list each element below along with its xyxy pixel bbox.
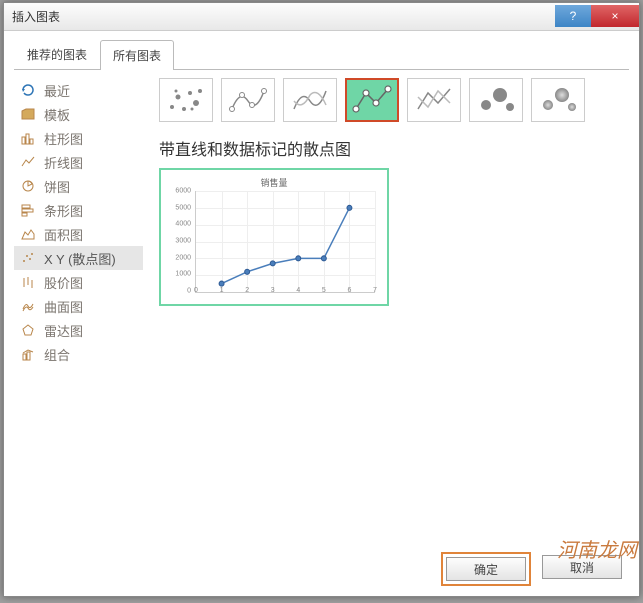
- subtype-title: 带直线和数据标记的散点图: [159, 136, 629, 160]
- sidebar-item-label: 柱形图: [44, 129, 83, 148]
- sidebar-item-label: 模板: [44, 105, 70, 124]
- sidebar-item-column[interactable]: 柱形图: [14, 126, 143, 150]
- sidebar-item-scatter[interactable]: X Y (散点图): [14, 246, 143, 270]
- ok-button[interactable]: 确定: [446, 557, 526, 581]
- subtype-smooth[interactable]: [283, 78, 337, 122]
- combo-icon: [20, 347, 36, 361]
- sidebar-item-label: 面积图: [44, 225, 83, 244]
- y-tick: 2000: [175, 254, 191, 261]
- bar-icon: [20, 203, 36, 217]
- subtype-row: [159, 78, 629, 122]
- x-tick: 6: [347, 287, 351, 294]
- sidebar-item-template[interactable]: 模板: [14, 102, 143, 126]
- subtype-scatter[interactable]: [159, 78, 213, 122]
- subtype-bubble[interactable]: [469, 78, 523, 122]
- ok-highlight: 确定: [441, 552, 531, 586]
- y-axis: 0 1000 2000 3000 4000 5000 6000: [171, 191, 193, 293]
- chart-type-sidebar: 最近 模板 柱形图 折线图 饼图: [14, 78, 149, 551]
- y-tick: 6000: [175, 188, 191, 195]
- sidebar-item-label: 最近: [44, 81, 70, 100]
- sidebar-item-label: 折线图: [44, 153, 83, 172]
- tab-all-charts[interactable]: 所有图表: [100, 40, 174, 70]
- tab-recommended[interactable]: 推荐的图表: [14, 39, 100, 69]
- cancel-wrap: 取消: [539, 552, 625, 586]
- y-tick: 1000: [175, 271, 191, 278]
- sidebar-item-label: 雷达图: [44, 321, 83, 340]
- y-tick: 3000: [175, 238, 191, 245]
- sidebar-item-combo[interactable]: 组合: [14, 342, 143, 366]
- pie-icon: [20, 179, 36, 193]
- line-icon: [20, 155, 36, 169]
- sidebar-item-pie[interactable]: 饼图: [14, 174, 143, 198]
- subtype-straight-markers[interactable]: [345, 78, 399, 122]
- sidebar-item-recent[interactable]: 最近: [14, 78, 143, 102]
- subtype-bubble-3d[interactable]: [531, 78, 585, 122]
- y-tick: 5000: [175, 204, 191, 211]
- sidebar-item-area[interactable]: 面积图: [14, 222, 143, 246]
- area-icon: [20, 227, 36, 241]
- titlebar: 插入图表 ? ×: [4, 3, 639, 31]
- sidebar-item-label: 曲面图: [44, 297, 83, 316]
- content-pane: 带直线和数据标记的散点图 销售量 01000200030004000500060…: [149, 78, 629, 551]
- x-tick: 3: [271, 287, 275, 294]
- dialog-footer: 确定 取消: [441, 552, 625, 586]
- x-tick: 0: [194, 287, 198, 294]
- close-button[interactable]: ×: [591, 5, 639, 27]
- y-tick: 4000: [175, 221, 191, 228]
- chart-line: [196, 191, 375, 292]
- dialog-body: 推荐的图表 所有图表 最近 模板 柱形图 折线图: [4, 31, 639, 596]
- column-icon: [20, 131, 36, 145]
- x-tick: 5: [322, 287, 326, 294]
- tab-strip: 推荐的图表 所有图表: [14, 39, 629, 70]
- chart-preview[interactable]: 销售量 0 1000 2000 3000 4000 5000 6000 0 1 2 3 4 5 6 7: [159, 168, 389, 306]
- cancel-button[interactable]: 取消: [542, 555, 622, 579]
- help-button[interactable]: ?: [555, 5, 591, 27]
- scatter-icon: [20, 251, 36, 265]
- stock-icon: [20, 275, 36, 289]
- sidebar-item-label: 组合: [44, 345, 70, 364]
- sidebar-item-label: 饼图: [44, 177, 70, 196]
- subtype-straight[interactable]: [407, 78, 461, 122]
- x-tick: 1: [220, 287, 224, 294]
- sidebar-item-label: X Y (散点图): [44, 249, 116, 268]
- subtype-smooth-markers[interactable]: [221, 78, 275, 122]
- main-area: 最近 模板 柱形图 折线图 饼图: [14, 78, 629, 551]
- sidebar-item-stock[interactable]: 股价图: [14, 270, 143, 294]
- x-tick: 7: [373, 287, 377, 294]
- sidebar-item-radar[interactable]: 雷达图: [14, 318, 143, 342]
- x-tick: 4: [296, 287, 300, 294]
- insert-chart-dialog: 插入图表 ? × 推荐的图表 所有图表 最近 模板 柱形图: [3, 2, 640, 597]
- surface-icon: [20, 299, 36, 313]
- template-icon: [20, 108, 36, 120]
- sidebar-item-label: 股价图: [44, 273, 83, 292]
- recent-icon: [20, 83, 36, 97]
- sidebar-item-bar[interactable]: 条形图: [14, 198, 143, 222]
- sidebar-item-line[interactable]: 折线图: [14, 150, 143, 174]
- plot-area: 0 1 2 3 4 5 6 7: [195, 191, 375, 293]
- radar-icon: [20, 323, 36, 337]
- chart-title: 销售量: [171, 176, 377, 189]
- window-title: 插入图表: [4, 8, 555, 25]
- sidebar-item-surface[interactable]: 曲面图: [14, 294, 143, 318]
- chart-area: 0 1000 2000 3000 4000 5000 6000 0 1 2 3 4 5 6 7: [171, 191, 377, 303]
- y-tick: 0: [187, 288, 191, 295]
- sidebar-item-label: 条形图: [44, 201, 83, 220]
- x-tick: 2: [245, 287, 249, 294]
